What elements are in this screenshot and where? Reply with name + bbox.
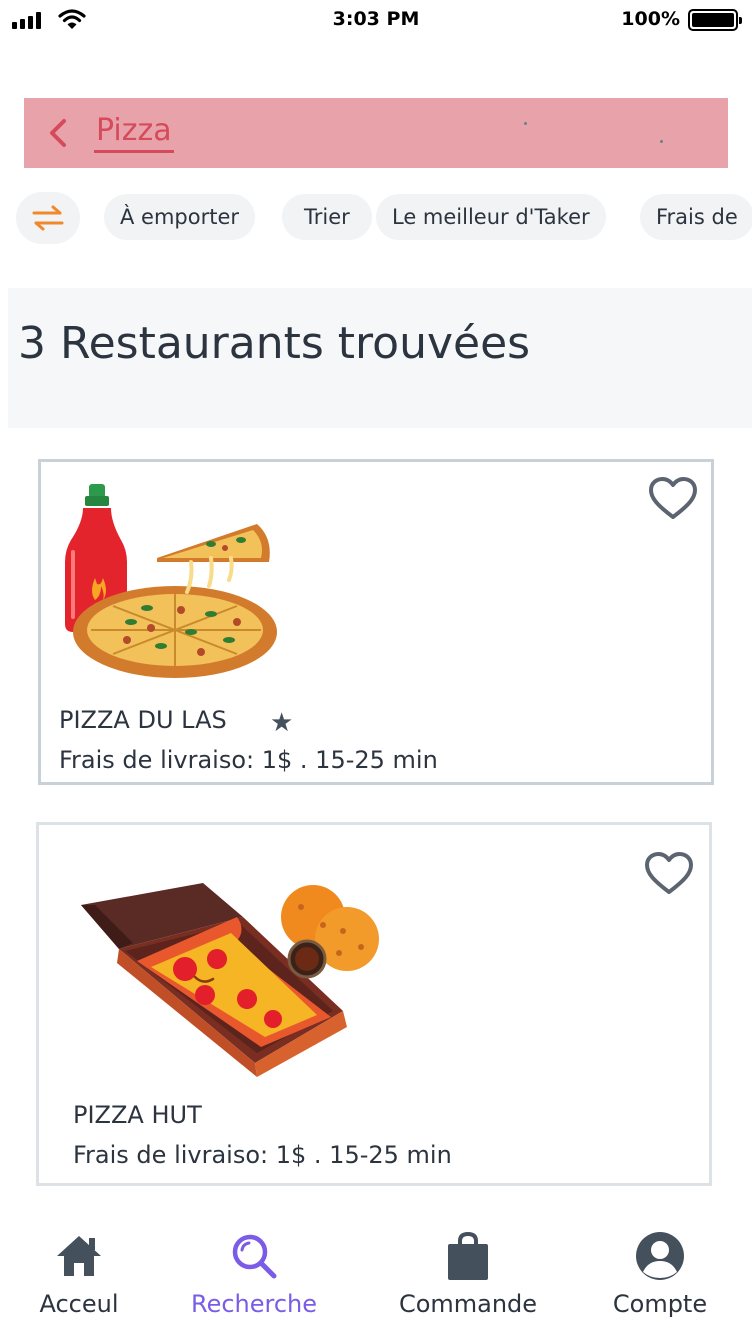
nav-item-account[interactable]: Compte: [585, 1230, 735, 1318]
filter-chip-sort[interactable]: Trier: [282, 194, 372, 240]
restaurant-card[interactable]: PIZZA HUT Frais de livraiso: 1$ . 15-25 …: [36, 822, 712, 1186]
nav-label: Recherche: [190, 1290, 318, 1318]
decorative-dot: [524, 122, 527, 125]
filter-toggle-button[interactable]: [16, 192, 80, 244]
search-header[interactable]: Pizza: [24, 98, 728, 168]
shopping-bag-icon: [448, 1231, 488, 1280]
battery-percent: 100%: [621, 8, 680, 30]
nav-item-orders[interactable]: Commande: [393, 1230, 543, 1318]
heart-outline-icon[interactable]: [647, 476, 699, 522]
restaurant-name: PIZZA HUT: [73, 1101, 202, 1129]
decorative-dot: [660, 140, 663, 143]
filter-chip-best-of[interactable]: Le meilleur d'Taker: [376, 194, 606, 240]
restaurant-name: PIZZA DU LAS: [59, 706, 227, 734]
swap-arrows-icon: [32, 205, 64, 231]
account-icon: [636, 1232, 684, 1280]
pizza-with-hot-sauce-image: [65, 484, 277, 678]
nav-item-home[interactable]: Acceul: [4, 1230, 154, 1318]
results-header: 3 Restaurants trouvées: [8, 288, 752, 428]
restaurant-meta: Frais de livraiso: 1$ . 15-25 min: [73, 1141, 452, 1169]
nav-label: Compte: [612, 1290, 708, 1318]
nav-label: Acceul: [39, 1290, 119, 1318]
filter-chip-takeout[interactable]: À emporter: [104, 194, 256, 240]
pizza-box-with-nuggets-image: [81, 883, 379, 1077]
filter-bar: À emporter Trier Le meilleur d'Taker Fra…: [16, 190, 752, 244]
restaurant-meta: Frais de livraiso: 1$ . 15-25 min: [59, 746, 438, 774]
results-title: 3 Restaurants trouvées: [18, 318, 531, 369]
star-icon: ★: [270, 708, 294, 738]
search-icon: [232, 1234, 277, 1279]
battery-icon: [688, 9, 742, 31]
search-query[interactable]: Pizza: [94, 112, 174, 153]
chevron-left-icon[interactable]: [44, 116, 74, 150]
status-bar: 3:03 PM 100%: [0, 0, 752, 42]
filter-chip-fees[interactable]: Frais de: [640, 194, 752, 240]
home-icon: [57, 1236, 101, 1276]
restaurant-card[interactable]: PIZZA DU LAS ★ Frais de livraiso: 1$ . 1…: [38, 459, 714, 785]
bottom-navigation: Acceul Recherche Commande Compte: [0, 1210, 752, 1336]
nav-label: Commande: [398, 1290, 538, 1318]
heart-outline-icon[interactable]: [643, 851, 695, 897]
nav-item-search[interactable]: Recherche: [179, 1230, 329, 1318]
